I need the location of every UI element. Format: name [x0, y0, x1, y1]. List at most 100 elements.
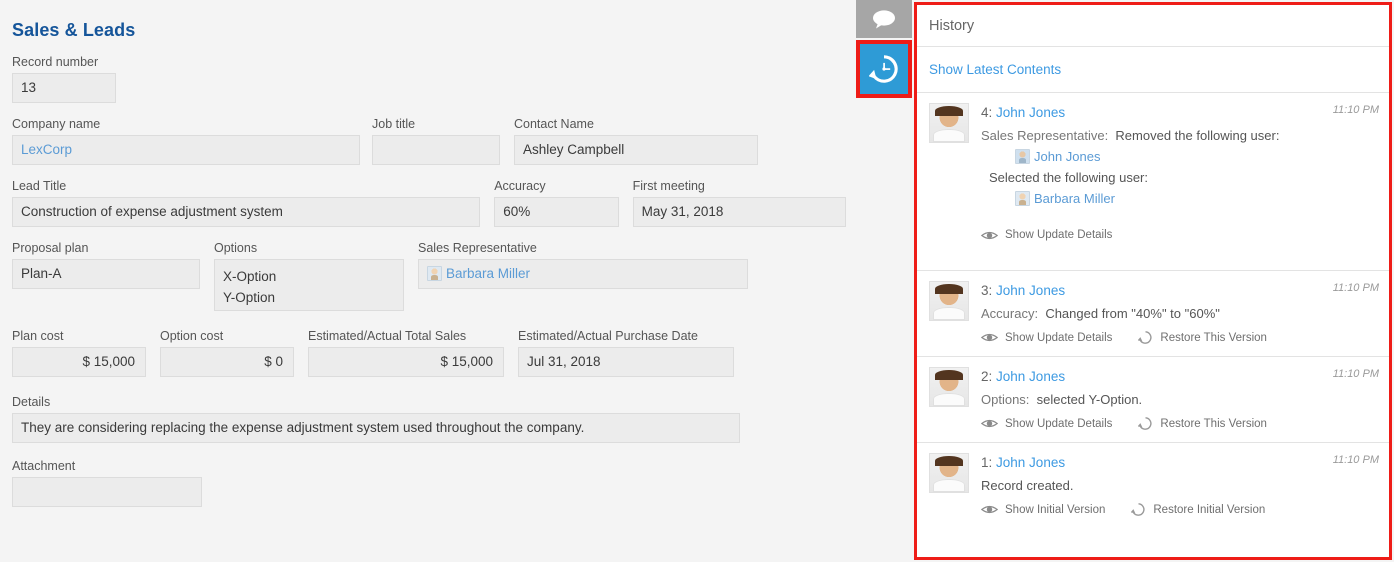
proposal-plan-select[interactable]: Plan-A	[12, 259, 200, 289]
history-entry-number: 3:	[981, 283, 992, 298]
show-latest-contents-row: Show Latest Contents	[917, 47, 1389, 93]
history-entry-text: selected Y-Option.	[1037, 392, 1143, 407]
field-contact-name: Contact Name Ashley Campbell	[514, 117, 758, 165]
field-plan-cost: Plan cost $ 15,000	[12, 329, 146, 377]
history-entry-user-link[interactable]: John Jones	[996, 455, 1065, 470]
row-plan-options-rep: Proposal plan Plan-A Options X-Option Y-…	[12, 241, 846, 311]
history-entry-body: 4: John Jones Sales Representative: Remo…	[981, 103, 1377, 241]
field-label-company-name: Company name	[12, 117, 360, 132]
chat-button[interactable]	[856, 0, 912, 38]
history-entry-number: 2:	[981, 369, 992, 384]
purchase-date-input[interactable]: Jul 31, 2018	[518, 347, 734, 377]
history-entry-description: Sales Representative: Removed the follow…	[981, 125, 1319, 209]
record-number-input[interactable]: 13	[12, 73, 116, 103]
restore-refresh-icon	[1138, 416, 1153, 431]
field-label-option-cost: Option cost	[160, 329, 294, 344]
restore-initial-version-button[interactable]: Restore Initial Version	[1131, 502, 1265, 517]
contact-name-input[interactable]: Ashley Campbell	[514, 135, 758, 165]
history-selected-user-link[interactable]: Barbara Miller	[1034, 191, 1115, 206]
field-option-cost: Option cost $ 0	[160, 329, 294, 377]
history-entry-description: Record created.	[981, 475, 1319, 496]
history-removed-user-row: John Jones	[981, 146, 1319, 167]
history-clock-icon	[869, 54, 899, 84]
history-entry-actions: Show Update Details	[981, 229, 1319, 241]
field-label-first-meeting: First meeting	[633, 179, 846, 194]
field-sales-representative: Sales Representative Barbara Miller	[418, 241, 748, 289]
field-options: Options X-Option Y-Option	[214, 241, 404, 311]
speech-bubble-icon	[871, 9, 897, 29]
eye-icon	[981, 230, 998, 241]
history-panel: History Show Latest Contents 11:10 PM 4:…	[914, 2, 1392, 560]
action-label: Show Update Details	[1005, 332, 1112, 344]
history-entry-user-link[interactable]: John Jones	[996, 369, 1065, 384]
history-entry-user-link[interactable]: John Jones	[996, 105, 1065, 120]
restore-refresh-icon	[1138, 330, 1153, 345]
show-latest-contents-link[interactable]: Show Latest Contents	[929, 62, 1061, 77]
option-item-x: X-Option	[223, 266, 395, 287]
action-label: Show Update Details	[1005, 418, 1112, 430]
app-root: Sales & Leads Record number 13 Company n…	[0, 0, 1394, 562]
history-entry-text: Changed from "40%" to "60%"	[1045, 306, 1220, 321]
eye-icon	[981, 504, 998, 515]
row-lead-accuracy: Lead Title Construction of expense adjus…	[12, 179, 846, 227]
history-entry-line: Sales Representative: Removed the follow…	[981, 125, 1319, 146]
field-label-total-sales: Estimated/Actual Total Sales	[308, 329, 504, 344]
details-input[interactable]: They are considering replacing the expen…	[12, 413, 740, 443]
plan-cost-input[interactable]: $ 15,000	[12, 347, 146, 377]
field-label-record-number: Record number	[12, 55, 846, 70]
field-proposal-plan: Proposal plan Plan-A	[12, 241, 200, 289]
field-label-contact-name: Contact Name	[514, 117, 758, 132]
history-entry-body: 3: John Jones Accuracy: Changed from "40…	[981, 281, 1377, 345]
history-entry-actions: Show Initial Version Restore Initial Ver…	[981, 502, 1319, 517]
total-sales-input[interactable]: $ 15,000	[308, 347, 504, 377]
options-list[interactable]: X-Option Y-Option	[214, 259, 404, 311]
avatar	[929, 281, 969, 321]
history-entry-text: Record created.	[981, 478, 1074, 493]
show-update-details-button[interactable]: Show Update Details	[981, 332, 1112, 344]
avatar	[929, 453, 969, 493]
action-label: Restore This Version	[1160, 418, 1267, 430]
accuracy-input[interactable]: 60%	[494, 197, 618, 227]
history-button[interactable]	[856, 40, 912, 98]
history-entry-field: Sales Representative:	[981, 128, 1108, 143]
avatar	[929, 103, 969, 143]
row-company-contact: Company name LexCorp Job title Contact N…	[12, 117, 846, 165]
history-entry-field: Accuracy:	[981, 306, 1038, 321]
history-panel-title: History	[917, 5, 1389, 47]
history-entry: 11:10 PM 2: John Jones Options: selected…	[917, 357, 1389, 443]
user-avatar-icon	[427, 266, 442, 281]
history-entry-description: Options: selected Y-Option.	[981, 389, 1319, 410]
history-entry-field: Options:	[981, 392, 1029, 407]
page-title: Sales & Leads	[12, 20, 846, 41]
field-total-sales: Estimated/Actual Total Sales $ 15,000	[308, 329, 504, 377]
sales-representative-name: Barbara Miller	[446, 266, 530, 281]
history-entry-time: 11:10 PM	[1333, 282, 1379, 294]
option-cost-input[interactable]: $ 0	[160, 347, 294, 377]
show-update-details-button[interactable]: Show Update Details	[981, 418, 1112, 430]
history-entry-actions: Show Update Details Restore This Version	[981, 416, 1319, 431]
field-attachment: Attachment	[12, 459, 846, 507]
restore-version-button[interactable]: Restore This Version	[1138, 416, 1267, 431]
attachment-input[interactable]	[12, 477, 202, 507]
first-meeting-input[interactable]: May 31, 2018	[633, 197, 846, 227]
company-name-input[interactable]: LexCorp	[12, 135, 360, 165]
job-title-input[interactable]	[372, 135, 500, 165]
restore-refresh-icon	[1131, 502, 1146, 517]
lead-title-input[interactable]: Construction of expense adjustment syste…	[12, 197, 480, 227]
history-removed-user-link[interactable]: John Jones	[1034, 149, 1101, 164]
field-label-options: Options	[214, 241, 404, 256]
history-entry-number: 4:	[981, 105, 992, 120]
field-purchase-date: Estimated/Actual Purchase Date Jul 31, 2…	[518, 329, 734, 377]
restore-version-button[interactable]: Restore This Version	[1138, 330, 1267, 345]
action-label: Restore This Version	[1160, 332, 1267, 344]
action-label: Restore Initial Version	[1153, 504, 1265, 516]
history-entry-user-link[interactable]: John Jones	[996, 283, 1065, 298]
history-entry-header: 2: John Jones	[981, 367, 1319, 386]
field-label-proposal-plan: Proposal plan	[12, 241, 200, 256]
show-initial-version-button[interactable]: Show Initial Version	[981, 504, 1105, 516]
avatar	[929, 367, 969, 407]
sales-representative-input[interactable]: Barbara Miller	[418, 259, 748, 289]
record-form-pane: Sales & Leads Record number 13 Company n…	[0, 0, 858, 562]
history-entry-actions: Show Update Details Restore This Version	[981, 330, 1319, 345]
show-update-details-button[interactable]: Show Update Details	[981, 229, 1112, 241]
